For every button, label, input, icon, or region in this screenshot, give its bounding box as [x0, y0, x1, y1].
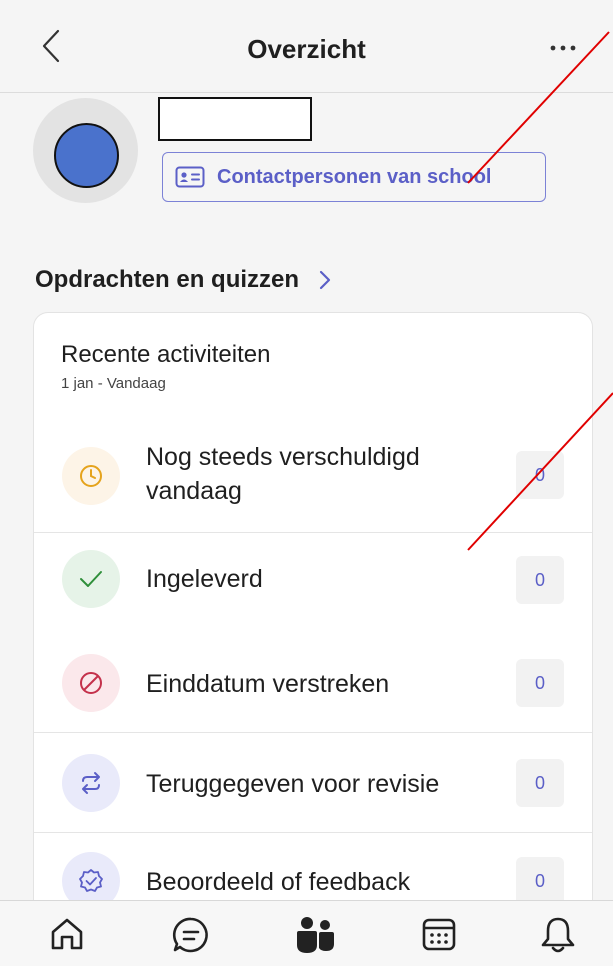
row-overdue[interactable]: Einddatum verstreken 0	[34, 633, 592, 733]
row-label: Beoordeeld of feedback	[146, 868, 411, 896]
more-horizontal-icon	[550, 45, 576, 51]
home-icon	[51, 918, 83, 950]
tab-calendar[interactable]	[414, 915, 464, 959]
count-badge: 0	[516, 451, 564, 499]
school-contacts-label: Contactpersonen van school	[217, 165, 492, 188]
school-contacts-button[interactable]: Contactpersonen van school	[162, 152, 546, 202]
prohibited-icon	[62, 654, 120, 712]
more-options-button[interactable]	[548, 34, 588, 64]
assignments-section-title: Opdrachten en quizzen	[35, 266, 300, 293]
calendar-icon	[422, 918, 456, 951]
arrow-repeat-icon	[62, 754, 120, 812]
contact-card-icon	[175, 165, 207, 189]
recent-activities-card: Recente activiteiten 1 jan - Vandaag Nog…	[34, 313, 592, 933]
page-title: Overzicht	[247, 34, 366, 64]
count-badge: 0	[516, 857, 564, 905]
row-returned-for-revision[interactable]: Teruggegeven voor revisie 0	[34, 733, 592, 833]
row-label: Teruggegeven voor revisie	[146, 770, 440, 798]
card-title: Recente activiteiten	[61, 341, 271, 368]
tab-teams[interactable]	[291, 915, 341, 959]
teams-icon	[297, 917, 334, 953]
row-label-line-2: vandaag	[146, 477, 242, 505]
avatar-redaction-circle	[54, 123, 119, 188]
row-label: Ingeleverd	[146, 565, 263, 593]
row-label: Nog steeds verschuldigd vandaag	[146, 440, 420, 508]
row-label-line-1: Nog steeds verschuldigd	[146, 443, 420, 471]
count-badge: 0	[516, 556, 564, 604]
count-badge: 0	[516, 759, 564, 807]
chat-icon	[172, 917, 208, 953]
assignments-section-link[interactable]: Opdrachten en quizzen	[35, 266, 333, 294]
row-submitted[interactable]: Ingeleverd 0	[34, 533, 592, 633]
top-nav-bar: Overzicht	[0, 0, 613, 93]
clock-icon	[62, 447, 120, 505]
user-name-redaction-box	[158, 97, 312, 141]
chevron-right-icon	[319, 270, 331, 290]
checkmark-icon	[62, 550, 120, 608]
bottom-tab-bar	[0, 900, 613, 966]
row-still-due[interactable]: Nog steeds verschuldigd vandaag 0	[34, 418, 592, 533]
tab-chat[interactable]	[166, 915, 216, 959]
tab-home[interactable]	[42, 915, 92, 959]
count-badge: 0	[516, 659, 564, 707]
date-range: 1 jan - Vandaag	[61, 375, 166, 392]
row-label: Einddatum verstreken	[146, 670, 390, 698]
avatar	[33, 98, 138, 203]
tab-activity[interactable]	[533, 915, 583, 959]
bell-icon	[541, 917, 575, 953]
